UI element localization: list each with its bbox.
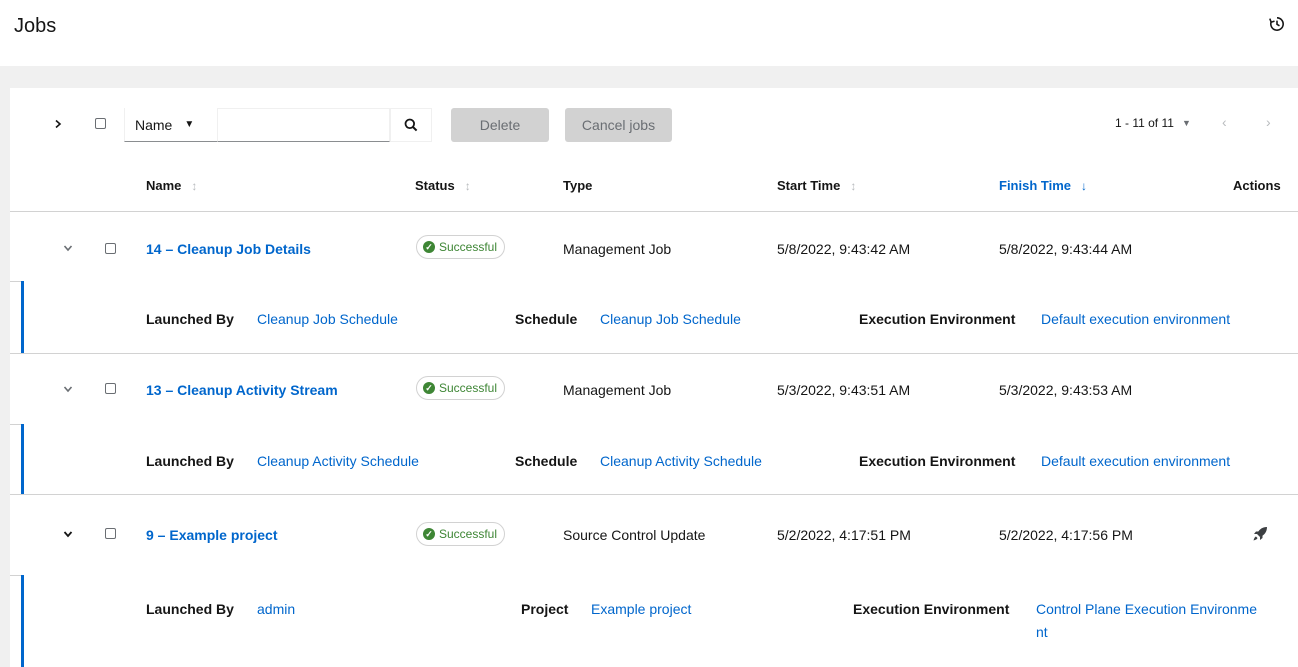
column-header-status[interactable]: Status ↕ [415, 178, 471, 193]
launched-by-link[interactable]: Cleanup Job Schedule [257, 311, 398, 327]
schedule-label: Schedule [515, 311, 578, 327]
chevron-down-icon [63, 531, 73, 538]
job-name-link[interactable]: 9 – Example project [146, 527, 278, 543]
status-badge: ✓ Successful [416, 235, 506, 259]
search-icon [404, 118, 418, 132]
job-finish-time: 5/2/2022, 4:17:56 PM [999, 527, 1133, 543]
delete-button[interactable]: Delete [451, 108, 549, 142]
job-name-link[interactable]: 14 – Cleanup Job Details [146, 241, 311, 257]
left-gutter [0, 66, 10, 667]
status-label: Successful [439, 527, 498, 541]
job-start-time: 5/2/2022, 4:17:51 PM [777, 527, 911, 543]
select-all-checkbox[interactable] [95, 118, 106, 129]
column-header-type: Type [563, 178, 592, 193]
sort-icon: ↕ [850, 178, 857, 193]
column-header-finish-time-label: Finish Time [999, 178, 1071, 193]
caret-down-icon: ▼ [184, 119, 195, 130]
check-circle-icon: ✓ [423, 241, 435, 253]
launched-by-label: Launched By [146, 601, 234, 617]
column-header-start-time-label: Start Time [777, 178, 841, 193]
cancel-jobs-button[interactable]: Cancel jobs [565, 108, 672, 142]
job-finish-time: 5/3/2022, 9:43:53 AM [999, 382, 1133, 398]
execution-environment-label: Execution Environment [859, 311, 1016, 327]
search-input[interactable] [217, 108, 390, 142]
chevron-down-icon [63, 386, 73, 393]
column-header-name-label: Name [146, 178, 182, 193]
previous-page-button[interactable]: ‹ [1222, 114, 1227, 130]
column-header-type-label: Type [563, 178, 593, 193]
next-page-button[interactable]: › [1266, 114, 1271, 130]
row-select-checkbox[interactable] [105, 383, 116, 394]
chevron-down-icon [63, 245, 73, 252]
divider [10, 353, 1298, 354]
pagination-toggle[interactable]: 1 - 11 of 11 ▼ [1115, 116, 1191, 130]
schedule-link[interactable]: Cleanup Activity Schedule [600, 453, 762, 469]
execution-environment-link[interactable]: Default execution environment [1041, 311, 1230, 327]
column-header-status-label: Status [415, 178, 455, 193]
search-button[interactable] [390, 108, 432, 142]
execution-environment-label: Execution Environment [859, 453, 1016, 469]
divider [10, 494, 1298, 495]
execution-environment-link[interactable]: Default execution environment [1041, 453, 1230, 469]
row-select-checkbox[interactable] [105, 243, 116, 254]
job-start-time: 5/8/2022, 9:43:42 AM [777, 241, 911, 257]
column-header-start-time[interactable]: Start Time ↕ [777, 178, 856, 193]
column-header-actions-label: Actions [1233, 178, 1281, 193]
row-collapse-toggle[interactable] [60, 526, 76, 542]
chevron-right-icon [55, 119, 62, 129]
job-type: Management Job [563, 241, 672, 257]
job-detail-panel [21, 575, 1298, 667]
sort-icon: ↕ [464, 178, 471, 193]
status-label: Successful [439, 240, 498, 254]
execution-environment-link[interactable]: Control Plane Execution Environme [1036, 601, 1257, 617]
job-start-time: 5/3/2022, 9:43:51 AM [777, 382, 911, 398]
launched-by-label: Launched By [146, 311, 234, 327]
page-title: Jobs [14, 15, 57, 37]
job-type: Source Control Update [563, 527, 706, 543]
check-circle-icon: ✓ [423, 528, 435, 540]
execution-environment-link-wrap[interactable]: nt [1036, 624, 1048, 640]
column-header-finish-time[interactable]: Finish Time ↓ [999, 178, 1087, 193]
execution-environment-label: Execution Environment [853, 601, 1010, 617]
sort-icon: ↕ [191, 178, 198, 193]
row-collapse-toggle[interactable] [60, 240, 76, 256]
project-label: Project [521, 601, 569, 617]
launched-by-link[interactable]: Cleanup Activity Schedule [257, 453, 419, 469]
pagination-text: 1 - 11 of 11 [1115, 116, 1174, 130]
row-select-checkbox[interactable] [105, 528, 116, 539]
job-type: Management Job [563, 382, 672, 398]
launched-by-label: Launched By [146, 453, 234, 469]
column-header-name[interactable]: Name ↕ [146, 178, 197, 193]
content-gap [10, 66, 1298, 88]
column-header-actions: Actions [1233, 178, 1281, 193]
schedule-label: Schedule [515, 453, 578, 469]
project-link[interactable]: Example project [591, 601, 691, 617]
schedule-link[interactable]: Cleanup Job Schedule [600, 311, 741, 327]
status-label: Successful [439, 381, 498, 395]
row-collapse-toggle[interactable] [60, 381, 76, 397]
page-header: Jobs [0, 0, 1298, 66]
job-finish-time: 5/8/2022, 9:43:44 AM [999, 241, 1133, 257]
expand-all-toggle[interactable] [48, 114, 68, 134]
caret-down-icon: ▼ [1181, 118, 1191, 128]
filter-key-label: Name [135, 116, 173, 133]
rocket-icon[interactable] [1252, 526, 1268, 542]
divider [10, 211, 1298, 212]
sort-down-icon: ↓ [1081, 178, 1087, 193]
history-icon[interactable] [1268, 15, 1286, 33]
check-circle-icon: ✓ [423, 382, 435, 394]
status-badge: ✓ Successful [416, 522, 506, 546]
status-badge: ✓ Successful [416, 376, 506, 400]
filter-key-select[interactable]: Name ▼ [124, 108, 217, 142]
job-name-link[interactable]: 13 – Cleanup Activity Stream [146, 382, 338, 398]
launched-by-link[interactable]: admin [257, 601, 295, 617]
